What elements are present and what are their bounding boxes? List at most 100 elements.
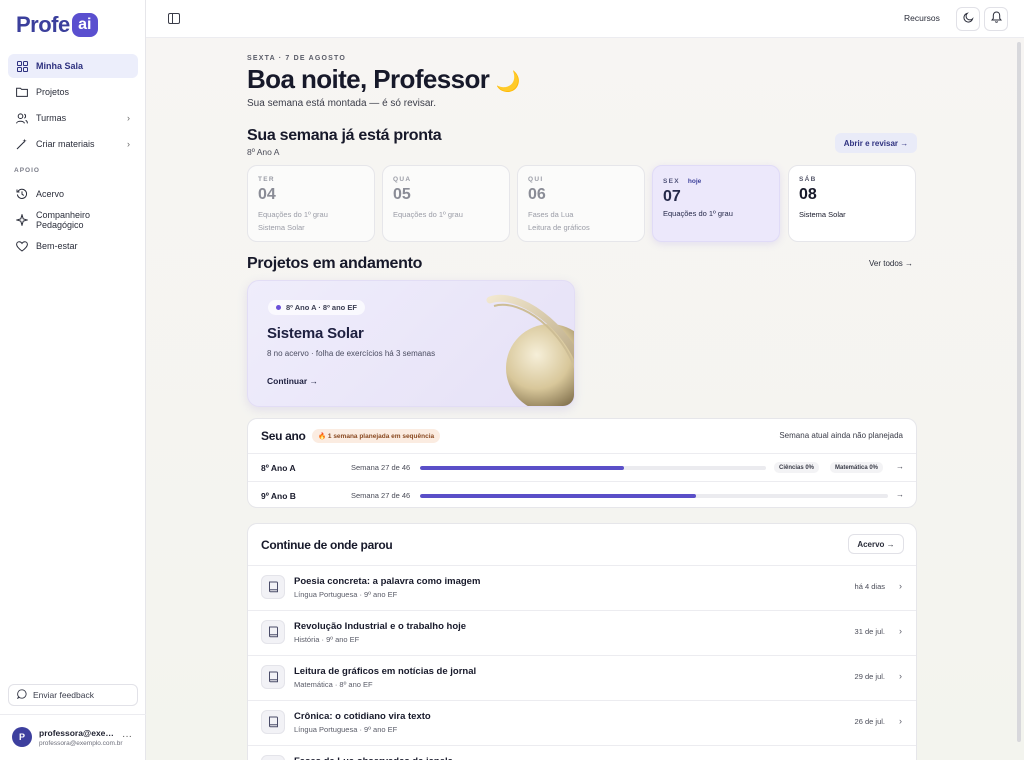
chevron-right-icon: ›: [127, 139, 130, 149]
list-item[interactable]: Fases da Lua observadas da janela: [248, 745, 916, 760]
book-icon: [261, 575, 285, 599]
sidebar-item-companheiro[interactable]: Companheiro Pedagógico: [8, 208, 138, 232]
week-class-label: 8º Ano A: [247, 147, 280, 157]
day-lesson: Equações do 1º grau: [663, 209, 733, 218]
book-icon: [261, 665, 285, 689]
day-name: QUI: [528, 176, 544, 183]
sidebar-item-label: Companheiro Pedagógico: [36, 210, 91, 230]
list-item-title: Crônica: o cotidiano vira texto: [294, 711, 431, 722]
more-icon[interactable]: ···: [122, 731, 132, 742]
review-week-button[interactable]: Abrir e revisar →: [835, 133, 917, 153]
avatar: P: [12, 727, 32, 747]
sidebar-toggle-icon[interactable]: [168, 13, 180, 24]
chevron-right-icon: ›: [899, 716, 902, 726]
moon-emoji: 🌙: [495, 71, 521, 93]
day-card-qui[interactable]: QUI 06 Fases da Lua Leitura de gráficos: [517, 165, 645, 242]
book-icon: [261, 755, 285, 760]
year-row-week: Semana 27 de 46: [351, 463, 411, 472]
chevron-right-icon: ›: [127, 113, 130, 123]
sidebar-item-acervo[interactable]: Acervo: [8, 182, 138, 206]
main-content: SEXTA · 7 DE AGOSTO Boa noite, Professor…: [146, 38, 1024, 760]
acervo-button[interactable]: Acervo →: [848, 534, 904, 554]
sidebar-item-projetos[interactable]: Projetos: [8, 80, 138, 104]
arrow-right-icon: →: [896, 462, 904, 471]
sidebar-item-criar-materiais[interactable]: Criar materiais ›: [8, 132, 138, 156]
recursos-link[interactable]: Recursos: [904, 13, 940, 23]
year-row-9b[interactable]: 9º Ano B Semana 27 de 46 →: [248, 481, 916, 508]
saturn-illustration: [486, 294, 574, 406]
day-lesson: Sistema Solar: [799, 210, 846, 219]
list-item[interactable]: Revolução Industrial e o trabalho hoje Hi…: [248, 610, 916, 655]
sidebar-item-turmas[interactable]: Turmas ›: [8, 106, 138, 130]
today-badge: hoje: [687, 178, 702, 185]
year-row-week: Semana 27 de 46: [351, 491, 411, 500]
project-subtitle: 8 no acervo · folha de exercícios há 3 s…: [267, 349, 436, 358]
list-item-date: há 4 dias: [854, 582, 885, 591]
sidebar-support-nav: Acervo Companheiro Pedagógico Bem-estar: [8, 182, 138, 260]
sidebar-nav: Minha Sala Projetos Turmas › Criar mater…: [8, 54, 138, 158]
year-row-class: 8º Ano A: [261, 463, 296, 473]
day-number: 04: [258, 186, 276, 203]
list-item-date: 26 de jul.: [854, 717, 885, 726]
day-lesson: Leitura de gráficos: [528, 223, 590, 232]
logo-text: Profe: [16, 12, 70, 37]
day-name: TER: [258, 176, 275, 183]
year-progress-fill: [420, 494, 697, 498]
logo-badge: ai: [71, 13, 98, 37]
list-item-title: Poesia concreta: a palavra como imagem: [294, 576, 481, 587]
topbar: Recursos: [146, 0, 1024, 38]
year-row-8a[interactable]: 8º Ano A Semana 27 de 46 Ciências 0% Mat…: [248, 453, 916, 480]
day-number: 08: [799, 186, 817, 203]
week-days: TER 04 Equações do 1º grau Sistema Solar …: [247, 165, 917, 242]
year-progress-fill: [420, 466, 625, 470]
subject-chip: Matemática 0%: [830, 462, 884, 473]
sidebar-item-minha-sala[interactable]: Minha Sala: [8, 54, 138, 78]
list-item-subtitle: Língua Portuguesa · 9º ano EF: [294, 590, 398, 599]
see-all-projects-link[interactable]: Ver todos →: [869, 259, 913, 268]
heart-icon: [16, 240, 28, 252]
day-lesson: Equações do 1º grau: [258, 210, 328, 219]
chevron-right-icon: ›: [899, 581, 902, 591]
list-item-title: Fases da Lua observadas da janela: [294, 756, 453, 760]
list-item-title: Revolução Industrial e o trabalho hoje: [294, 621, 467, 632]
users-icon: [16, 112, 28, 124]
sidebar-section-label: APOIO: [14, 167, 40, 174]
book-icon: [261, 620, 285, 644]
list-item-subtitle: Língua Portuguesa · 9º ano EF: [294, 725, 398, 734]
chevron-right-icon: ›: [899, 626, 902, 636]
sidebar-item-label: Projetos: [36, 87, 70, 97]
year-progress-card: Seu ano 🔥 1 semana planejada em sequênci…: [247, 418, 917, 508]
streak-badge: 🔥 1 semana planejada em sequência: [312, 429, 441, 443]
scrollbar[interactable]: [1017, 42, 1021, 742]
continue-project-button[interactable]: Continuar →: [267, 376, 318, 386]
list-item-date: 29 de jul.: [854, 672, 885, 681]
notifications-button[interactable]: [984, 7, 1008, 31]
list-item-date: 31 de jul.: [854, 627, 885, 636]
wand-icon: [16, 138, 28, 150]
list-item[interactable]: Poesia concreta: a palavra como imagem Lí…: [248, 565, 916, 610]
project-card-sistema-solar[interactable]: 8º Ano A · 8º ano EF Sistema Solar 8 no …: [247, 280, 575, 407]
day-card-sex[interactable]: SEX hoje 07 Equações do 1º grau: [652, 165, 780, 242]
user-menu[interactable]: P professora@exemplo.com.br professora@e…: [0, 714, 146, 760]
project-class-badge: 8º Ano A · 8º ano EF: [268, 300, 365, 315]
theme-toggle-button[interactable]: [956, 7, 980, 31]
sparkle-icon: [16, 214, 28, 226]
moon-icon: [963, 10, 974, 28]
list-item-subtitle: Matemática · 8º ano EF: [294, 680, 373, 689]
year-progress-bar: [420, 466, 766, 470]
sidebar-item-bem-estar[interactable]: Bem-estar: [8, 234, 138, 258]
list-item[interactable]: Leitura de gráficos em notícias de jorna…: [248, 655, 916, 700]
projects-title: Projetos em andamento: [247, 255, 423, 272]
logo[interactable]: Profe ai: [16, 12, 98, 38]
feedback-button[interactable]: Enviar feedback: [8, 684, 138, 706]
day-card-sab[interactable]: SÁB 08 Sistema Solar: [788, 165, 916, 242]
day-card-ter[interactable]: TER 04 Equações do 1º grau Sistema Solar: [247, 165, 375, 242]
list-item-title: Leitura de gráficos em notícias de jorna…: [294, 666, 477, 677]
sidebar-item-label: Minha Sala: [36, 61, 84, 71]
day-number: 06: [528, 186, 546, 203]
day-name: SÁB: [799, 176, 817, 183]
day-card-qua[interactable]: QUA 05 Equações do 1º grau: [382, 165, 510, 242]
list-item[interactable]: Crônica: o cotidiano vira texto Língua Po…: [248, 700, 916, 745]
day-lesson: Equações do 1º grau: [393, 210, 463, 219]
sidebar-item-label: Criar materiais: [36, 139, 95, 149]
